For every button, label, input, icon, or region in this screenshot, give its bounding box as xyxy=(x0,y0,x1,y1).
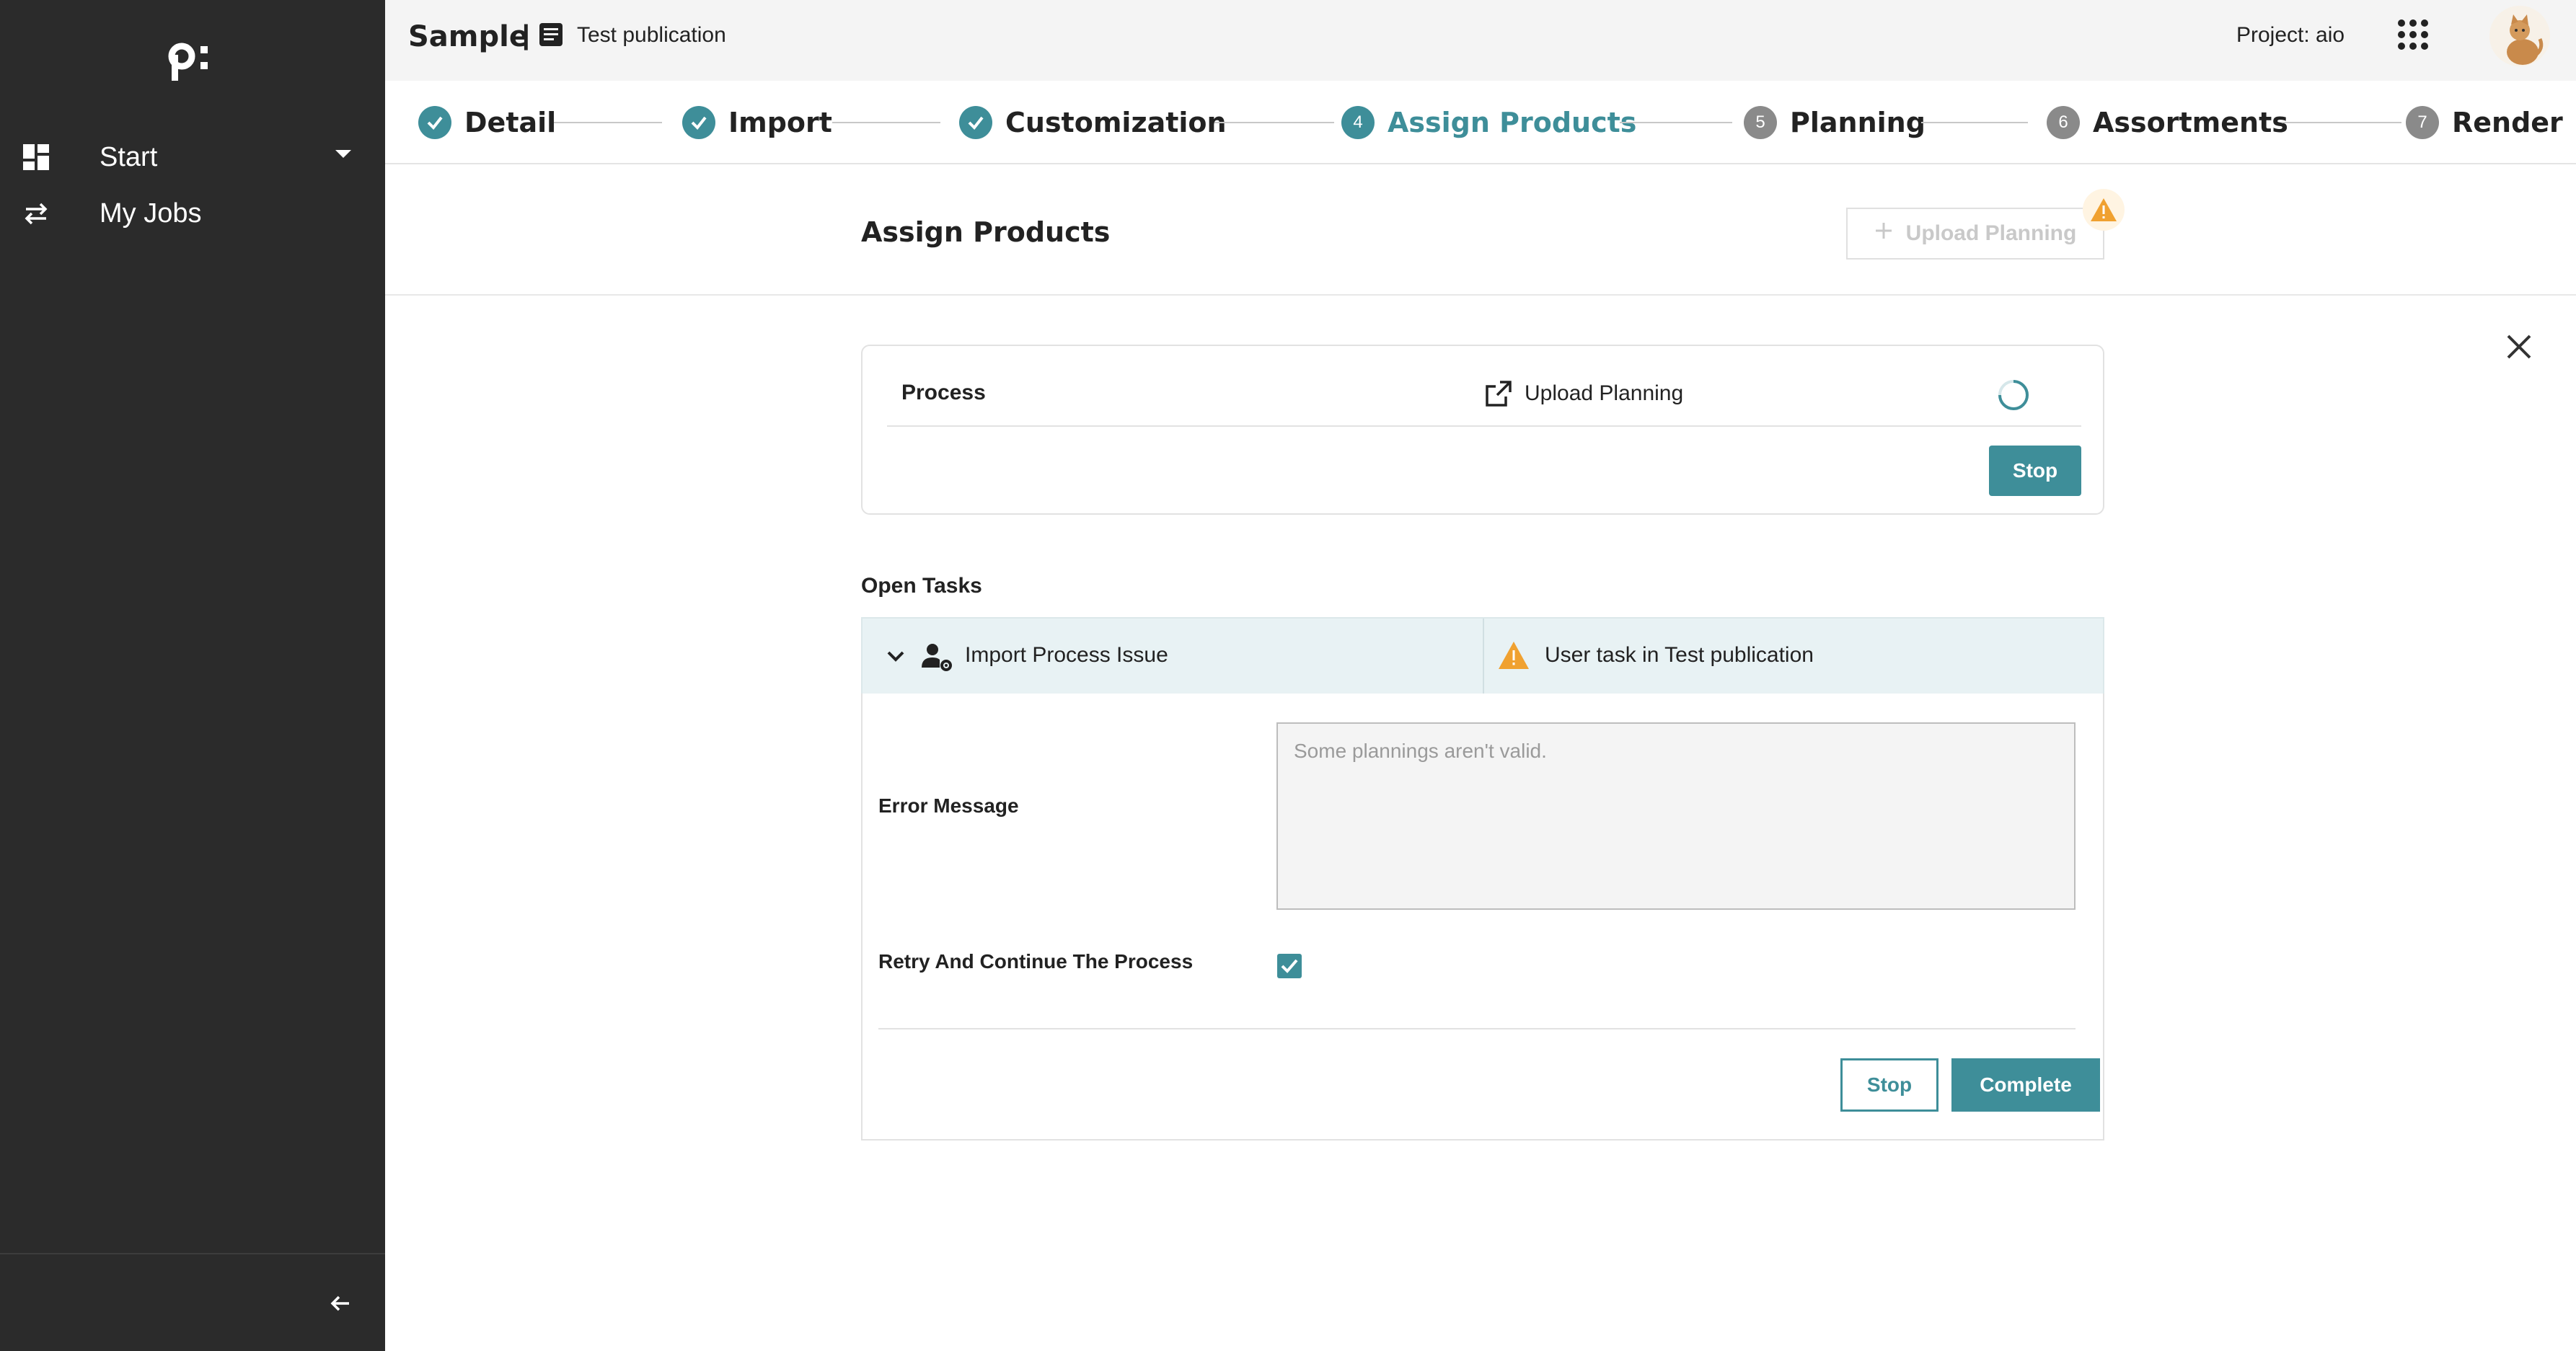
sidebar-item-my-jobs[interactable]: My Jobs xyxy=(20,192,201,235)
collapse-sidebar-icon[interactable] xyxy=(326,1289,355,1318)
publication-name[interactable]: Test publication xyxy=(577,23,726,48)
step-detail[interactable]: Detail xyxy=(418,102,556,143)
step-render[interactable]: 7 Render xyxy=(2406,102,2563,143)
step-number: 6 xyxy=(2047,106,2080,139)
warning-icon xyxy=(2091,198,2117,221)
external-link-icon xyxy=(1486,381,1512,407)
sidebar-item-label: My Jobs xyxy=(100,198,202,229)
step-planning[interactable]: 5 Planning xyxy=(1744,102,1926,143)
project-label[interactable]: Project: aio xyxy=(2236,23,2345,48)
task-header[interactable]: Import Process Issue User task in Test p… xyxy=(861,617,2104,695)
step-assign-products[interactable]: 4 Assign Products xyxy=(1341,102,1636,143)
app-title: Sample xyxy=(408,20,529,53)
warning-icon xyxy=(1499,642,1529,669)
warning-badge xyxy=(2083,189,2125,231)
retry-checkbox[interactable] xyxy=(1276,953,1302,979)
upload-planning-label: Upload Planning xyxy=(1905,221,2077,245)
error-message-field[interactable]: Some plannings aren't valid. xyxy=(1276,722,2076,910)
step-label: Detail xyxy=(464,107,557,138)
check-icon xyxy=(682,106,715,139)
step-number: 7 xyxy=(2406,106,2439,139)
process-stop-button[interactable]: Stop xyxy=(1989,446,2081,496)
step-label: Import xyxy=(728,107,832,138)
sidebar-item-label: Start xyxy=(100,141,158,172)
step-connector xyxy=(832,122,940,123)
step-number: 5 xyxy=(1744,106,1777,139)
checkbox-checked-icon xyxy=(1277,954,1302,978)
caret-down-icon[interactable] xyxy=(335,150,351,158)
step-import[interactable]: Import xyxy=(682,102,832,143)
document-icon xyxy=(539,23,563,46)
chevron-down-icon[interactable] xyxy=(883,643,909,669)
open-tasks-heading: Open Tasks xyxy=(861,574,982,598)
step-connector xyxy=(1214,122,1334,123)
top-bar: Sample | Test publication Project: aio xyxy=(385,0,2576,81)
step-label: Customization xyxy=(1005,107,1227,138)
process-card: Process Upload Planning Stop xyxy=(861,345,2104,515)
retry-label: Retry And Continue The Process xyxy=(878,950,1194,973)
step-assortments[interactable]: 6 Assortments xyxy=(2047,102,2288,143)
app-logo xyxy=(168,43,208,81)
user-settings-icon xyxy=(922,644,952,671)
dashboard-icon xyxy=(20,141,52,173)
step-label: Assortments xyxy=(2093,107,2288,138)
jobs-icon xyxy=(20,198,52,229)
step-customization[interactable]: Customization xyxy=(959,102,1227,143)
process-link-label: Upload Planning xyxy=(1525,381,1684,405)
process-label: Process xyxy=(901,381,986,404)
step-connector xyxy=(1921,122,2028,123)
user-avatar[interactable] xyxy=(2489,6,2550,66)
sidebar-item-start[interactable]: Start xyxy=(20,136,157,179)
divider xyxy=(385,294,2576,296)
stepper: Detail Import Customization 4 Assign Pro… xyxy=(385,81,2576,164)
step-label: Assign Products xyxy=(1388,107,1637,138)
loading-spinner-icon xyxy=(1998,380,2029,410)
divider xyxy=(887,425,2081,427)
upload-planning-button[interactable]: Upload Planning xyxy=(1846,208,2104,260)
step-label: Planning xyxy=(1790,107,1926,138)
step-connector xyxy=(2282,122,2401,123)
divider xyxy=(878,1028,2076,1029)
divider xyxy=(0,1253,385,1254)
apps-grid-icon[interactable] xyxy=(2397,19,2429,50)
sidebar: Start My Jobs xyxy=(0,0,385,1351)
process-link[interactable]: Upload Planning xyxy=(1484,379,1683,408)
close-icon[interactable] xyxy=(2502,330,2536,363)
task-stop-button[interactable]: Stop xyxy=(1840,1058,1938,1112)
main-area: Sample | Test publication Project: aio D… xyxy=(385,0,2576,1351)
step-connector xyxy=(1620,122,1732,123)
task-subtitle: User task in Test publication xyxy=(1545,643,1814,667)
check-icon xyxy=(959,106,992,139)
step-connector xyxy=(554,122,662,123)
page-title: Assign Products xyxy=(861,216,1111,248)
check-icon xyxy=(418,106,451,139)
title-separator: | xyxy=(522,20,530,50)
task-title: Import Process Issue xyxy=(965,643,1168,667)
step-label: Render xyxy=(2452,107,2563,138)
error-message-label: Error Message xyxy=(878,794,1019,817)
plus-icon xyxy=(1874,221,1893,246)
task-body: Error Message Some plannings aren't vali… xyxy=(861,694,2104,1140)
step-number: 4 xyxy=(1341,106,1375,139)
complete-button[interactable]: Complete xyxy=(1951,1058,2100,1112)
divider xyxy=(1483,619,1484,694)
